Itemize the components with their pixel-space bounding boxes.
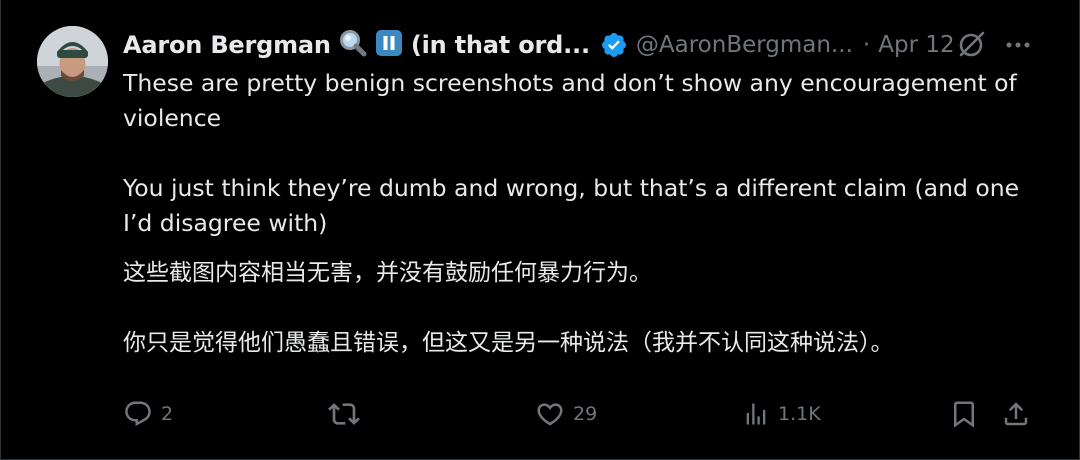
verified-badge-icon[interactable]: [600, 31, 628, 59]
views-icon: [746, 403, 766, 425]
tweet-card[interactable]: Aaron Bergman (in that ord... @AaronBerg…: [0, 0, 1080, 460]
reply-count: 2: [161, 403, 174, 425]
magnifying-glass-icon: [339, 29, 367, 61]
share-icon: [1004, 402, 1028, 426]
bookmark-button[interactable]: [949, 394, 979, 434]
bookmark-icon: [954, 401, 974, 428]
views-button[interactable]: 1.1K: [742, 394, 821, 434]
more-button[interactable]: [1001, 28, 1035, 62]
author-handle[interactable]: @AaronBergman...: [636, 32, 853, 58]
repost-button[interactable]: [328, 394, 368, 434]
separator-dot: ·: [862, 32, 871, 58]
tweet-text-line: These are pretty benign screenshots and …: [123, 69, 1017, 97]
repost-icon: [328, 403, 360, 425]
reply-icon: [125, 401, 151, 427]
reply-button[interactable]: 2: [123, 394, 173, 434]
tweet-text-line: I’d disagree with): [123, 209, 328, 237]
views-count: 1.1K: [778, 403, 821, 425]
tweet-text-line: You just think they’re dumb and wrong, b…: [123, 174, 1020, 202]
like-button[interactable]: 29: [535, 394, 597, 434]
translation-line: 这些截图内容相当无害，并没有鼓励任何暴力行为。: [123, 260, 652, 286]
like-count: 29: [573, 403, 598, 425]
tweet-header: Aaron Bergman (in that ord... @AaronBerg…: [123, 27, 955, 63]
avatar[interactable]: [37, 26, 108, 97]
like-icon: [537, 403, 563, 426]
tweet-date[interactable]: Apr 12: [878, 32, 954, 58]
pause-button-icon: [375, 29, 403, 61]
author-display-name[interactable]: Aaron Bergman: [123, 31, 331, 59]
translation-line: 你只是觉得他们愚蠢且错误，但这又是另一种说法（我并不认同这种说法）。: [123, 330, 894, 356]
author-name-suffix[interactable]: (in that ord...: [411, 31, 590, 59]
grok-icon: [959, 31, 985, 57]
more-icon: [1006, 42, 1030, 48]
grok-button[interactable]: [954, 28, 988, 62]
share-button[interactable]: [1001, 394, 1031, 434]
tweet-text-line: violence: [123, 104, 222, 132]
